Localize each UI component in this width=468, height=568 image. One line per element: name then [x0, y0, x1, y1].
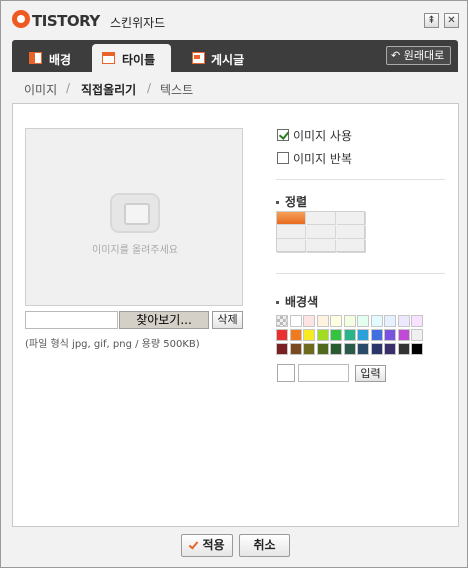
title-bar: TISTORY 스킨위자드 ⇞ ✕ [1, 1, 467, 39]
divider [276, 273, 445, 274]
color-swatch[interactable] [384, 315, 396, 327]
alignment-grid [276, 211, 366, 253]
alignment-cell[interactable] [337, 212, 366, 225]
check-icon [189, 541, 198, 550]
tab-post[interactable]: 게시글 [182, 44, 258, 72]
close-button[interactable]: ✕ [444, 13, 459, 28]
color-swatch[interactable] [343, 329, 356, 341]
cancel-button[interactable]: 취소 [239, 534, 290, 557]
tistory-logo-icon [12, 10, 30, 28]
apply-button[interactable]: 적용 [181, 534, 233, 557]
color-swatch[interactable] [397, 343, 410, 355]
restore-label: 원래대로 [403, 49, 445, 62]
subtab-upload[interactable]: 직접올리기 [81, 81, 136, 98]
background-color-title: 배경색 [276, 293, 318, 310]
preview-placeholder-text: 이미지를 올려주세요 [92, 245, 178, 256]
color-swatch[interactable] [316, 343, 329, 355]
color-swatch[interactable] [357, 329, 369, 341]
browse-button[interactable]: 찾아보기... [119, 311, 209, 329]
color-swatch[interactable] [343, 315, 356, 327]
skin-wizard-window: TISTORY 스킨위자드 ⇞ ✕ 배경 타이틀 게시글 ↶ 원래대로 이미지 … [0, 0, 468, 568]
layout-top-icon [102, 52, 115, 64]
minimize-button[interactable]: ⇞ [424, 13, 439, 28]
color-swatch[interactable] [397, 329, 410, 341]
tab-background[interactable]: 배경 [20, 44, 86, 72]
transparent-swatch[interactable] [276, 315, 288, 327]
repeat-image-checkbox[interactable] [277, 152, 289, 164]
apply-label: 적용 [202, 538, 225, 552]
color-swatch[interactable] [316, 315, 329, 327]
alignment-cell[interactable] [307, 212, 336, 225]
tab-label: 배경 [49, 53, 72, 67]
color-swatch[interactable] [370, 343, 383, 355]
color-swatch[interactable] [411, 315, 423, 327]
use-image-checkbox[interactable] [277, 129, 289, 141]
subtab-separator: / [147, 81, 152, 95]
alignment-cell[interactable] [277, 240, 306, 253]
alignment-cell[interactable] [307, 240, 336, 253]
subtab-image[interactable]: 이미지 [24, 81, 57, 98]
color-swatch[interactable] [289, 329, 302, 341]
tab-label: 게시글 [211, 53, 245, 67]
use-image-label: 이미지 사용 [293, 129, 353, 143]
window-title: 스킨위자드 [110, 16, 166, 30]
color-swatch[interactable] [303, 343, 315, 355]
subtab-text[interactable]: 텍스트 [160, 81, 193, 98]
color-swatch[interactable] [303, 315, 315, 327]
color-swatch[interactable] [397, 315, 410, 327]
layout-left-icon [29, 52, 42, 64]
color-swatch[interactable] [276, 343, 288, 355]
selected-color-swatch [277, 364, 295, 382]
post-icon [192, 52, 205, 64]
color-swatch[interactable] [343, 343, 356, 355]
color-swatch[interactable] [330, 315, 342, 327]
color-swatch[interactable] [289, 315, 302, 327]
color-swatch[interactable] [316, 329, 329, 341]
delete-button[interactable]: 삭제 [212, 311, 243, 329]
tab-label: 타이틀 [122, 53, 156, 67]
color-swatch[interactable] [411, 329, 423, 341]
alignment-title: 정렬 [276, 193, 307, 210]
color-swatch[interactable] [411, 343, 423, 355]
alignment-cell[interactable] [337, 226, 366, 239]
undo-icon: ↶ [391, 49, 401, 62]
color-swatch[interactable] [330, 329, 342, 341]
alignment-cell[interactable] [307, 226, 336, 239]
repeat-image-label: 이미지 반복 [293, 152, 353, 166]
tab-title[interactable]: 타이틀 [92, 44, 171, 72]
subtab-separator: / [66, 81, 71, 95]
divider [276, 179, 445, 180]
color-swatch[interactable] [384, 329, 396, 341]
alignment-cell[interactable] [337, 240, 366, 253]
file-format-note: (파일 형식 jpg, gif, png / 용량 500KB) [25, 339, 200, 350]
restore-default-button[interactable]: ↶ 원래대로 [386, 46, 451, 65]
image-preview: 이미지를 올려주세요 [25, 128, 243, 306]
color-swatch[interactable] [276, 329, 288, 341]
image-placeholder-icon [110, 193, 160, 233]
color-swatch[interactable] [384, 343, 396, 355]
color-swatch[interactable] [370, 315, 383, 327]
apply-color-button[interactable]: 입력 [355, 365, 386, 382]
color-swatch[interactable] [303, 329, 315, 341]
color-swatch[interactable] [330, 343, 342, 355]
alignment-cell[interactable] [277, 226, 306, 239]
color-swatch[interactable] [357, 343, 369, 355]
color-swatch[interactable] [357, 315, 369, 327]
settings-panel: 이미지를 올려주세요 찾아보기... 삭제 (파일 형식 jpg, gif, p… [12, 103, 459, 527]
color-code-input[interactable] [298, 364, 349, 382]
color-swatch[interactable] [289, 343, 302, 355]
color-palette [276, 315, 423, 357]
color-swatch[interactable] [370, 329, 383, 341]
brand-name: TISTORY [32, 12, 100, 30]
file-path-input[interactable] [25, 311, 118, 329]
alignment-cell[interactable] [277, 212, 306, 225]
